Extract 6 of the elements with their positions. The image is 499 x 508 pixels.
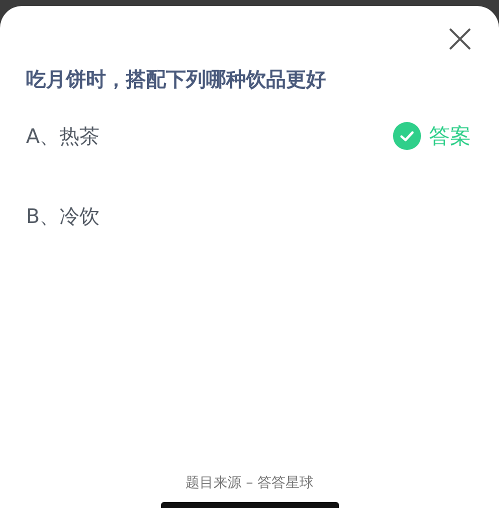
close-icon[interactable] (449, 28, 471, 50)
answer-label: 答案 (429, 123, 471, 150)
source-text: 题目来源 – 答答星球 (186, 474, 314, 492)
option-text[interactable]: A、热茶 (26, 122, 100, 150)
question-text: 吃月饼时，搭配下列哪种饮品更好 (26, 66, 327, 93)
option-text[interactable]: B、冷饮 (26, 202, 100, 230)
